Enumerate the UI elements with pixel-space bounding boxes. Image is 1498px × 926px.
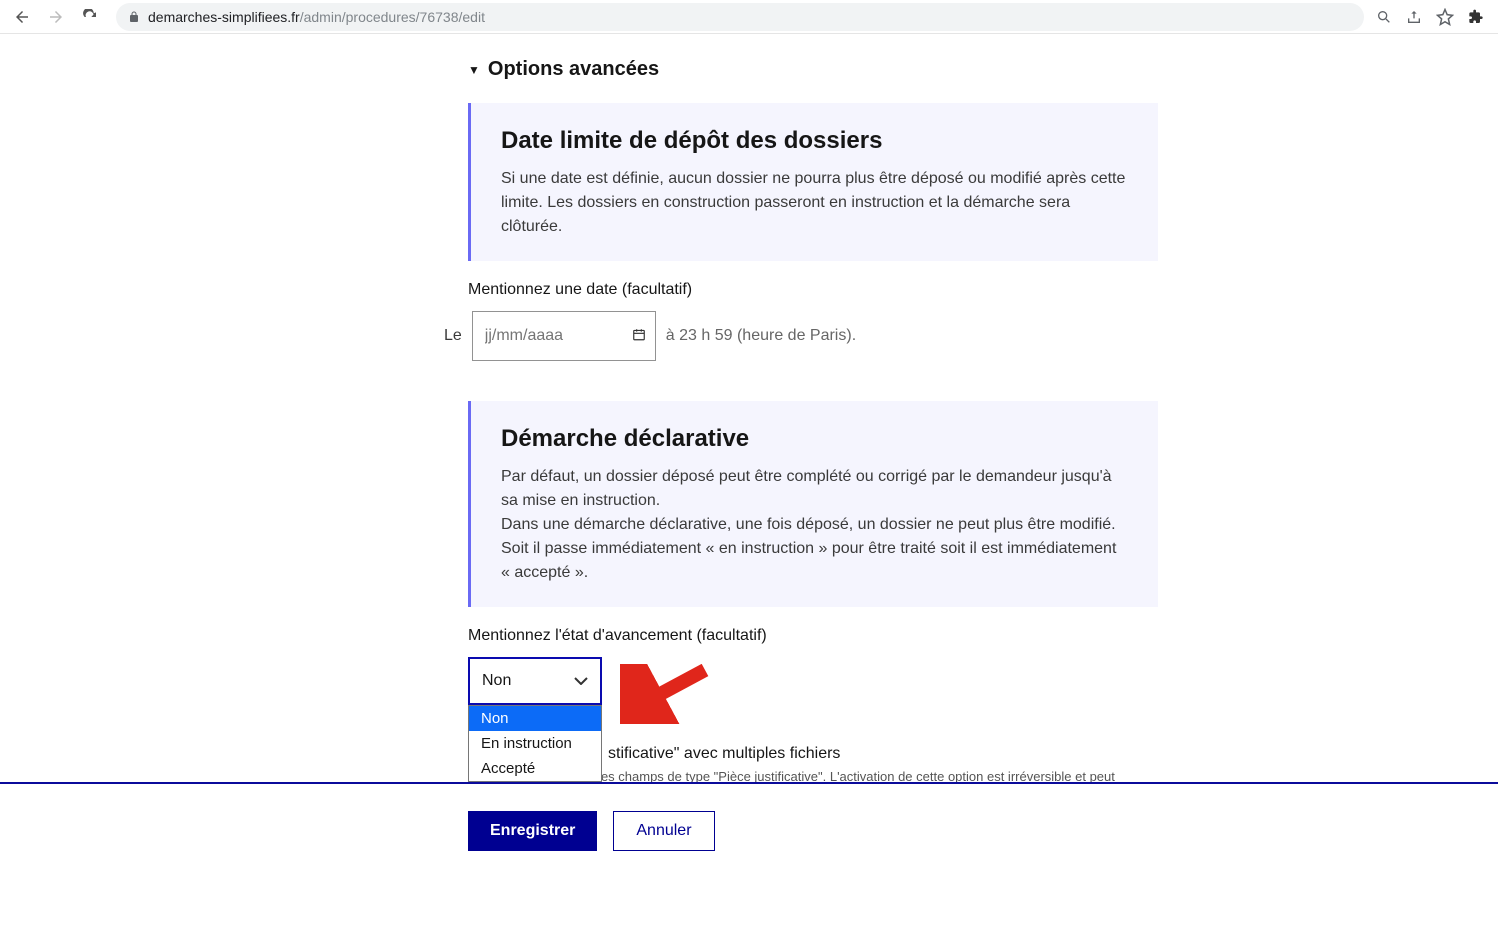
red-arrow-annotation — [620, 664, 720, 724]
deadline-title: Date limite de dépôt des dossiers — [501, 127, 1128, 155]
declarative-p2: Dans une démarche déclarative, une fois … — [501, 513, 1128, 585]
cancel-button[interactable]: Annuler — [613, 811, 714, 851]
accordion-title: Options avancées — [488, 58, 659, 81]
state-dropdown: Non En instruction Accepté — [468, 705, 602, 782]
save-button[interactable]: Enregistrer — [468, 811, 597, 851]
state-selected: Non — [482, 672, 511, 690]
state-option-instruction[interactable]: En instruction — [469, 731, 601, 756]
multi-files-line: stificative" avec multiples fichiers — [608, 745, 1158, 763]
extensions-icon[interactable] — [1468, 9, 1484, 25]
star-icon[interactable] — [1436, 8, 1454, 26]
chevron-down-icon: ▼ — [468, 63, 480, 77]
state-option-accepte[interactable]: Accepté — [469, 756, 601, 781]
zoom-icon[interactable] — [1376, 9, 1392, 25]
forward-button[interactable] — [42, 3, 70, 31]
date-suffix: à 23 h 59 (heure de Paris). — [666, 327, 856, 345]
state-label: Mentionnez l'état d'avancement (facultat… — [468, 627, 1158, 645]
declarative-title: Démarche déclarative — [501, 425, 1128, 453]
state-option-non[interactable]: Non — [469, 706, 601, 731]
back-button[interactable] — [8, 3, 36, 31]
date-input[interactable] — [472, 311, 656, 361]
state-select[interactable]: Non — [468, 657, 602, 705]
declarative-p1: Par défaut, un dossier déposé peut être … — [501, 465, 1128, 513]
reload-button[interactable] — [76, 3, 104, 31]
date-label: Mentionnez une date (facultatif) — [468, 281, 1158, 299]
browser-toolbar: demarches-simplifiees.fr/admin/procedure… — [0, 0, 1498, 34]
options-avancees-toggle[interactable]: ▼ Options avancées — [468, 58, 1158, 81]
deadline-info-card: Date limite de dépôt des dossiers Si une… — [468, 103, 1158, 261]
declarative-info-card: Démarche déclarative Par défaut, un doss… — [468, 401, 1158, 607]
footer-actions: Enregistrer Annuler — [0, 782, 1498, 878]
url-domain: demarches-simplifiees.fr/admin/procedure… — [148, 9, 485, 25]
date-prefix: Le — [444, 327, 462, 345]
address-bar[interactable]: demarches-simplifiees.fr/admin/procedure… — [116, 3, 1364, 31]
chevron-down-icon — [574, 677, 588, 685]
lock-icon — [128, 10, 140, 24]
deadline-body: Si une date est définie, aucun dossier n… — [501, 167, 1128, 239]
share-icon[interactable] — [1406, 9, 1422, 25]
